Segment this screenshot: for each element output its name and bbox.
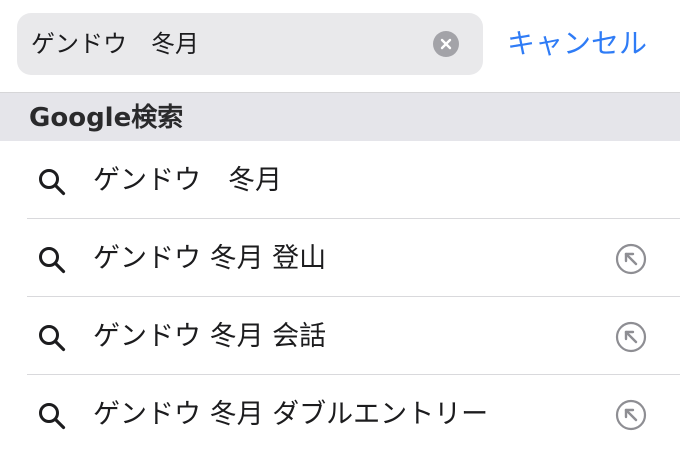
suggestion-text: ゲンドウ 冬月	[93, 165, 282, 196]
suggestion-row[interactable]: ゲンドウ 冬月	[0, 141, 680, 219]
suggestion-row[interactable]: ゲンドウ 冬月 登山	[0, 219, 680, 297]
arrow-up-left-circle-icon[interactable]	[614, 398, 648, 432]
magnifying-glass-icon	[39, 247, 66, 274]
section-header: Google検索	[0, 93, 680, 141]
search-bar: ゲンドウ 冬月 キャンセル	[0, 0, 680, 93]
cancel-button[interactable]: キャンセル	[507, 13, 647, 75]
suggestion-list: ゲンドウ 冬月 ゲンドウ 冬月 登山 ゲンドウ 冬月 会話 ゲンドウ 冬月 ダブ…	[0, 141, 680, 452]
search-screen: ゲンドウ 冬月 キャンセル Google検索 ゲンドウ 冬月 ゲンドウ 冬月 登…	[0, 0, 680, 452]
search-input[interactable]: ゲンドウ 冬月	[17, 13, 483, 75]
magnifying-glass-icon	[39, 403, 66, 430]
arrow-up-left-circle-icon[interactable]	[614, 242, 648, 276]
suggestion-row[interactable]: ゲンドウ 冬月 会話	[0, 297, 680, 375]
search-query-text[interactable]: ゲンドウ 冬月	[31, 13, 199, 75]
suggestion-row[interactable]: ゲンドウ 冬月 ダブルエントリー	[0, 375, 680, 452]
clear-x-circle-icon[interactable]	[433, 31, 459, 57]
magnifying-glass-icon	[39, 325, 66, 352]
section-title: Google検索	[29, 103, 184, 133]
arrow-up-left-circle-icon[interactable]	[614, 320, 648, 354]
suggestion-text: ゲンドウ 冬月 登山	[93, 243, 327, 274]
suggestion-text: ゲンドウ 冬月 ダブルエントリー	[93, 399, 489, 430]
magnifying-glass-icon	[39, 169, 66, 196]
suggestion-text: ゲンドウ 冬月 会話	[93, 321, 327, 352]
